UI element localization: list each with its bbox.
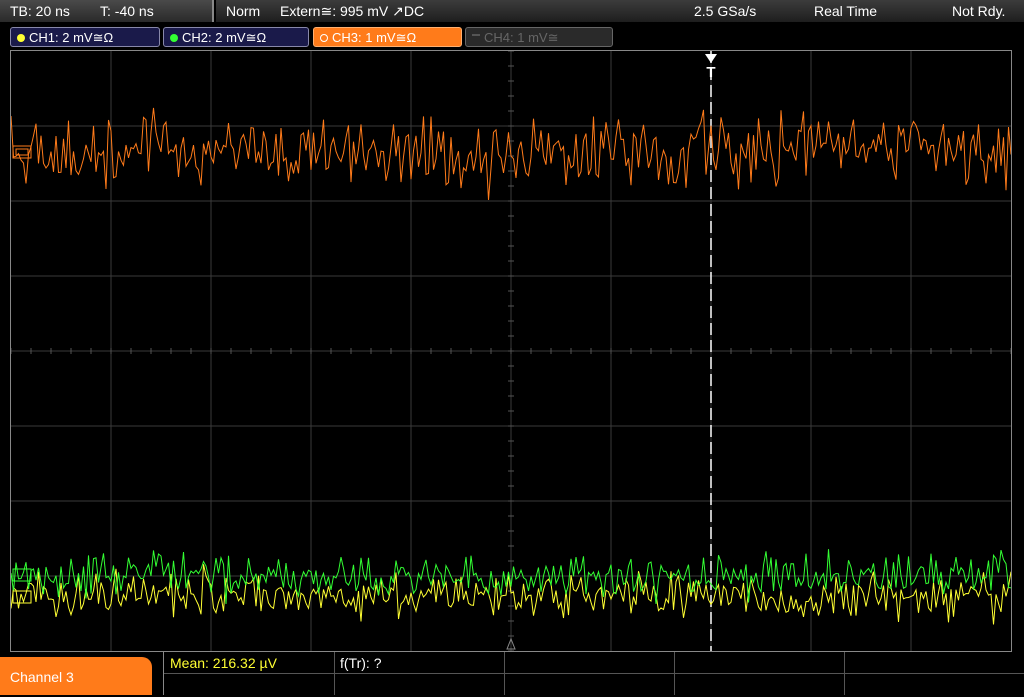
ch2-label: CH2: 2 mV≅Ω: [182, 30, 267, 45]
frequency-measurement[interactable]: f(Tr): ?: [340, 654, 381, 672]
tab-ch2[interactable]: CH2: 2 mV≅Ω: [163, 27, 309, 47]
divider: [334, 652, 335, 695]
sample-rate: 2.5 GSa/s: [694, 3, 757, 19]
divider: [674, 652, 675, 695]
acquisition-mode: Real Time: [814, 3, 878, 19]
trigger-mode: Norm: [226, 3, 261, 19]
ch3-label: CH3: 1 mV≅Ω: [332, 30, 417, 45]
divider: [844, 652, 845, 695]
divider: [164, 673, 1024, 674]
divider: [504, 652, 505, 695]
trigger-time-value: T: -40 ns: [100, 3, 154, 19]
mean-measurement[interactable]: Mean: 216.32 µV: [170, 654, 277, 672]
trigger-arrow-icon[interactable]: [705, 54, 717, 63]
ch2-dot-icon: [170, 33, 178, 42]
waveform-canvas: T: [11, 51, 1011, 651]
top-status-bar: TB: 20 ns T: -40 ns Norm Extern≅: 995 mV…: [0, 0, 1024, 24]
trigger-source: Extern≅: 995 mV ↗DC: [280, 3, 425, 19]
ch4-dash-icon: [472, 33, 480, 36]
ready-status: Not Rdy.: [952, 3, 1006, 19]
tab-ch3[interactable]: CH3: 1 mV≅Ω: [313, 27, 462, 47]
trigger-marker-label: T: [706, 64, 715, 81]
acquisition-status[interactable]: Norm Extern≅: 995 mV ↗DC 2.5 GSa/s Real …: [216, 0, 1024, 22]
active-channel-label[interactable]: Channel 3: [0, 657, 152, 695]
ch4-label: CH4: 1 mV≅: [484, 30, 559, 45]
measurement-panel: Mean: 216.32 µV f(Tr): ?: [163, 652, 1024, 695]
timebase-value: TB: 20 ns: [10, 3, 70, 19]
tab-ch4[interactable]: CH4: 1 mV≅: [465, 27, 613, 47]
timebase-box[interactable]: TB: 20 ns T: -40 ns: [0, 0, 214, 22]
ch1-dot-icon: [17, 33, 25, 42]
tab-ch1[interactable]: CH1: 2 mV≅Ω: [10, 27, 160, 47]
waveform-display[interactable]: T: [10, 50, 1012, 652]
ch1-label: CH1: 2 mV≅Ω: [29, 30, 114, 45]
ch3-dot-icon: [320, 33, 328, 42]
